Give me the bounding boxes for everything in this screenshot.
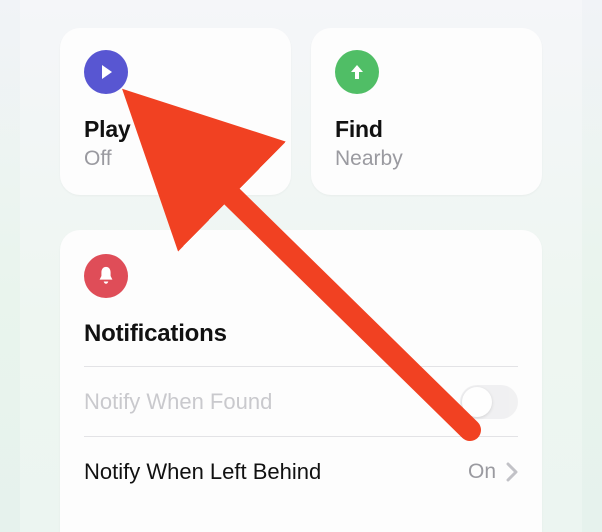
play-sound-subtitle: Off — [84, 147, 267, 171]
content-frame: Play Sound Off Find Nearby Notifications… — [20, 0, 582, 532]
notifications-panel: Notifications Notify When Found Notify W… — [60, 230, 542, 532]
find-icon — [335, 50, 379, 94]
chevron-right-icon — [506, 462, 518, 482]
find-subtitle: Nearby — [335, 147, 518, 171]
action-cards-row: Play Sound Off Find Nearby — [60, 28, 542, 195]
notify-when-found-toggle[interactable] — [460, 385, 518, 419]
toggle-knob — [462, 387, 492, 417]
notify-left-behind-row[interactable]: Notify When Left Behind On — [84, 436, 518, 506]
find-card[interactable]: Find Nearby — [311, 28, 542, 195]
notify-left-behind-label: Notify When Left Behind — [84, 459, 321, 485]
bell-icon — [84, 254, 128, 298]
play-icon — [84, 50, 128, 94]
arrow-up-icon — [347, 62, 367, 82]
play-sound-card[interactable]: Play Sound Off — [60, 28, 291, 195]
play-sound-title: Play Sound — [84, 116, 267, 143]
notifications-heading: Notifications — [84, 320, 518, 348]
notify-when-found-row: Notify When Found — [84, 366, 518, 436]
bell-shape-icon — [95, 265, 117, 287]
play-triangle-icon — [97, 63, 115, 81]
find-title: Find — [335, 116, 518, 143]
notify-left-behind-value: On — [468, 460, 496, 484]
notify-when-found-label: Notify When Found — [84, 389, 272, 415]
